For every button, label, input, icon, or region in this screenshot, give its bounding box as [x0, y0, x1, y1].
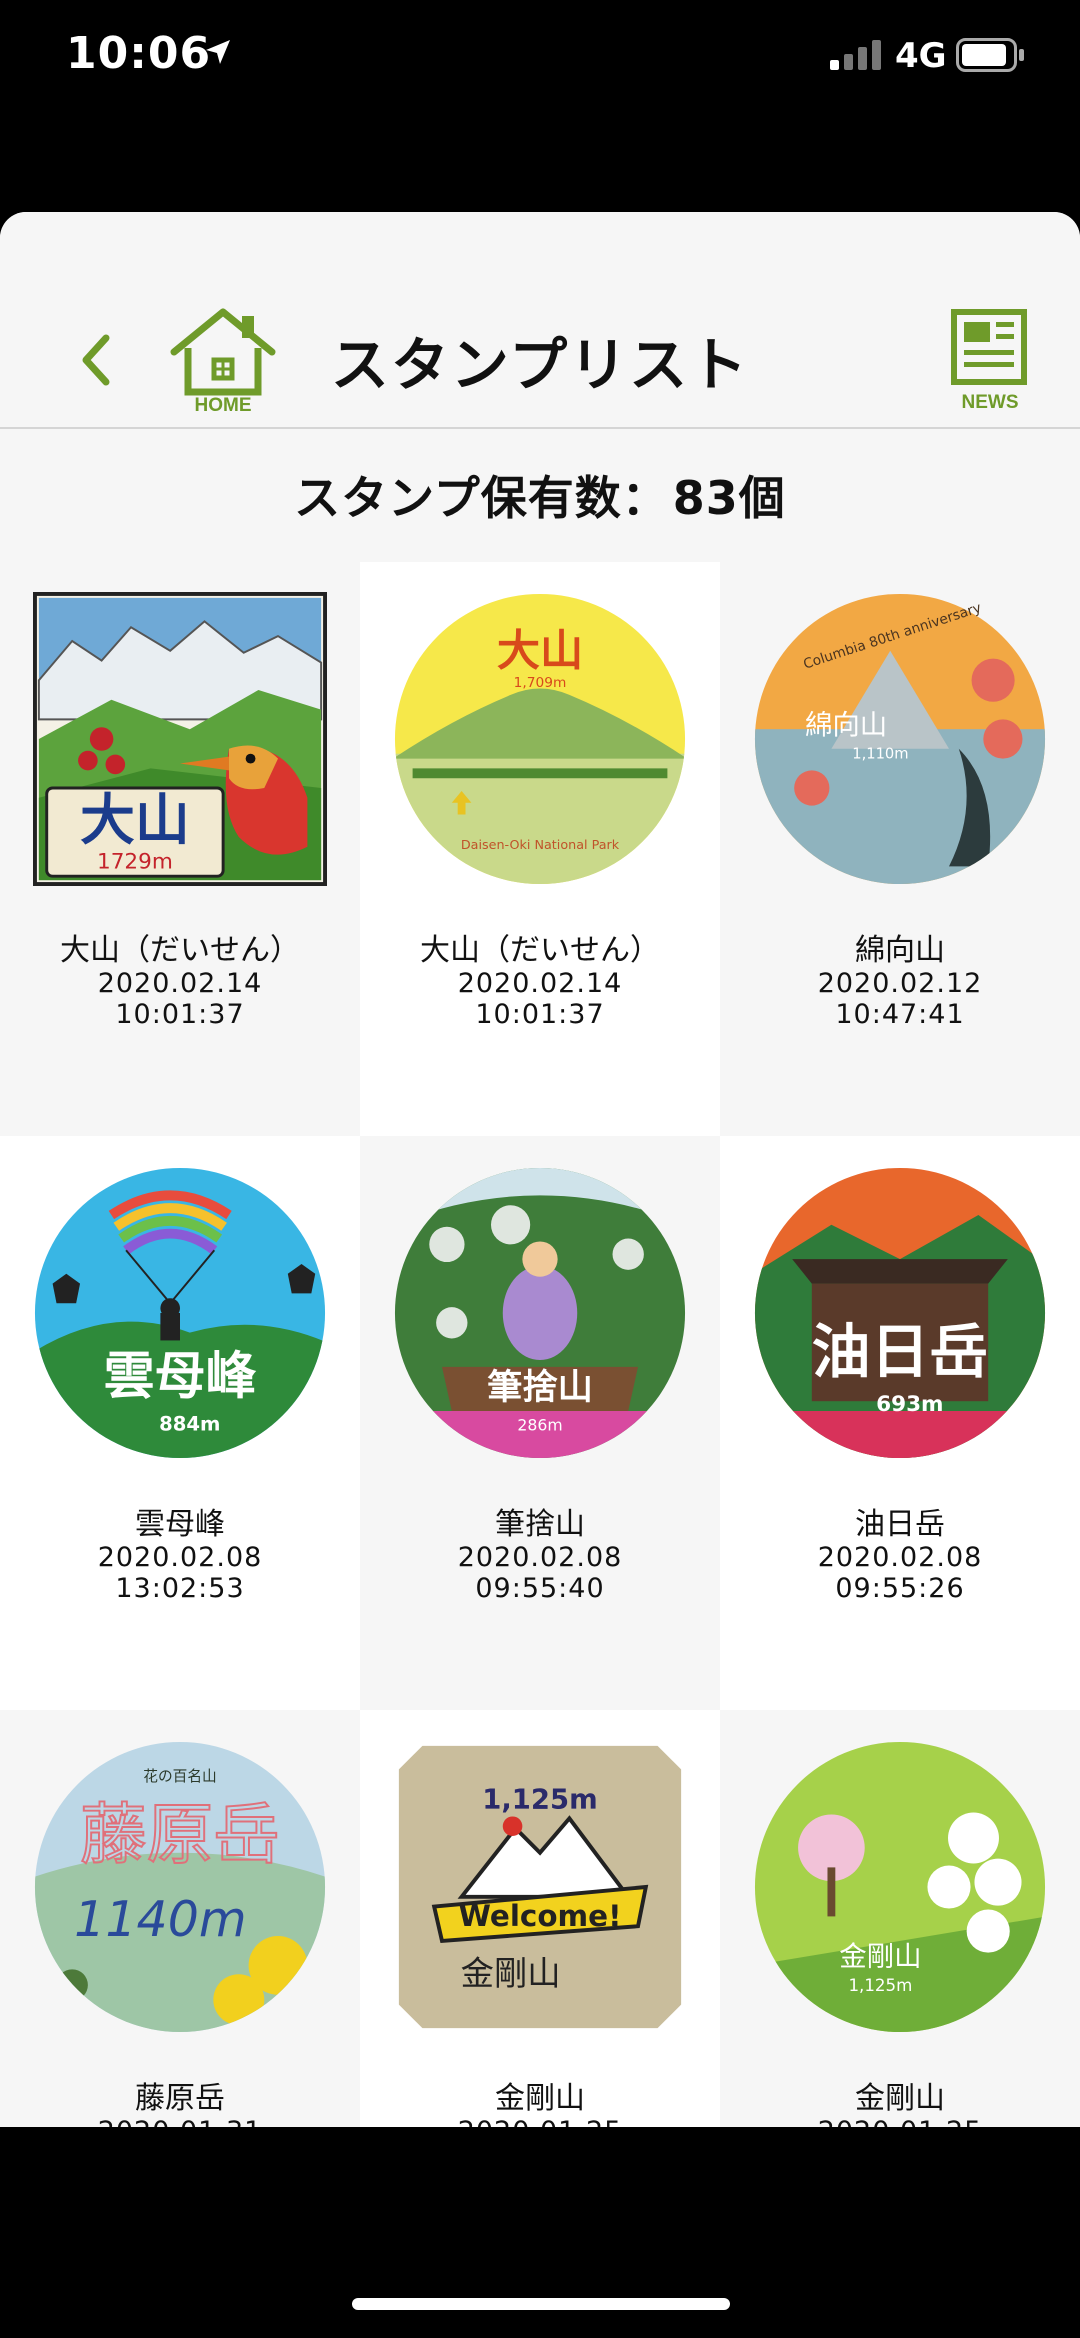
badge-elevation: 1,110m	[852, 746, 908, 763]
stamp-daisen-2-image: 大山 1,709m Daisen-Oki National Park	[394, 593, 686, 885]
badge-title: 金剛山	[839, 1941, 921, 1972]
stamp-kongo-2-image: 金剛山 1,125m	[754, 1741, 1046, 2033]
badge-elevation: 1729m	[97, 849, 173, 874]
cellular-signal-icon	[830, 40, 881, 70]
stamp-kongo-1-image: 1,125m Welcome! 金剛山	[398, 1745, 682, 2029]
badge-title: 筆捨山	[487, 1367, 593, 1408]
stamp-daisen-1-image: 大山 1729m	[33, 592, 327, 886]
badge-elevation: 1,125m	[848, 1976, 912, 1995]
badge-elevation: 1140m	[74, 1891, 246, 1948]
stamp-time: 10:01:37	[115, 999, 245, 1030]
stamp-aburahi-image: 油日岳 693m	[754, 1167, 1046, 1459]
stamp-name: 大山（だいせん）	[420, 933, 660, 968]
location-arrow-icon	[206, 40, 230, 64]
home-indicator[interactable]	[352, 2298, 730, 2310]
stamp-grid: 大山 1729m 大山（だいせん） 2020.02.14 10:01:37 大山…	[0, 562, 1080, 2127]
status-bar: 10:06 4G	[0, 0, 1080, 120]
stamp-time: 10:47:41	[835, 999, 965, 1030]
stamp-count-label: スタンプ保有数：	[294, 470, 669, 525]
badge-elevation: 1,709m	[514, 675, 567, 691]
stamp-name: 藤原岳	[135, 2081, 225, 2116]
stamp-date: 2020.02.14	[457, 968, 623, 999]
stamp-name: 金剛山	[495, 2081, 585, 2116]
stamp-card[interactable]: 油日岳 693m 油日岳 2020.02.08 09:55:26	[720, 1136, 1080, 1710]
stamp-card[interactable]: 大山 1,709m Daisen-Oki National Park 大山（だい…	[360, 562, 720, 1136]
stamp-card[interactable]: 雲母峰 884m 雲母峰 2020.02.08 13:02:53	[0, 1136, 360, 1710]
stamp-card[interactable]: 1,125m Welcome! 金剛山 金剛山 2020.01.25	[360, 1710, 720, 2127]
stamp-time: 09:55:40	[475, 1573, 605, 1604]
stamp-card[interactable]: 金剛山 1,125m 金剛山 2020.01.25	[720, 1710, 1080, 2127]
stamp-list-screen: HOME スタンプリスト NEWS スタンプ保有数： 83個 大山 1729m …	[0, 212, 1080, 2127]
stamp-count: スタンプ保有数： 83個	[0, 427, 1080, 562]
status-time: 10:06	[66, 28, 212, 79]
badge-caption: Welcome!	[459, 1899, 622, 1933]
battery-icon	[956, 38, 1024, 72]
badge-title: 油日岳	[812, 1317, 988, 1386]
stamp-date: 2020.01.25	[360, 2116, 720, 2127]
newspaper-icon: NEWS	[951, 309, 1027, 413]
news-label: NEWS	[962, 392, 1019, 412]
stamp-card[interactable]: 筆捨山 286m 筆捨山 2020.02.08 09:55:40	[360, 1136, 720, 1710]
stamp-card[interactable]: Columbia 80th anniversary 綿向山 1,110m 綿向山…	[720, 562, 1080, 1136]
badge-title: 大山	[497, 627, 583, 677]
stamp-date: 2020.02.14	[97, 968, 263, 999]
stamp-time: 13:02:53	[115, 1573, 245, 1604]
stamp-time: 09:55:26	[835, 1573, 965, 1604]
news-button[interactable]: NEWS	[950, 308, 1030, 413]
badge-elevation: 884m	[159, 1413, 220, 1436]
badge-elevation: 1,125m	[482, 1785, 597, 1816]
badge-elevation: 693m	[876, 1392, 943, 1417]
stamp-fujiwara-image: 花の百名山 藤原岳 1140m	[34, 1741, 326, 2033]
stamp-name: 綿向山	[855, 933, 945, 968]
stamp-date: 2020.01.31	[0, 2116, 360, 2127]
stamp-card[interactable]: 花の百名山 藤原岳 1140m 藤原岳 2020.01.31	[0, 1710, 360, 2127]
stamp-count-value: 83個	[672, 470, 786, 525]
stamp-date: 2020.02.08	[97, 1542, 263, 1573]
stamp-date: 2020.02.08	[817, 1542, 983, 1573]
stamp-date: 2020.01.25	[720, 2116, 1080, 2127]
stamp-name: 油日岳	[855, 1507, 945, 1542]
stamp-name: 大山（だいせん）	[60, 933, 300, 968]
stamp-time: 10:01:37	[475, 999, 605, 1030]
badge-elevation: 286m	[517, 1416, 562, 1435]
nav-bar: HOME スタンプリスト NEWS	[0, 212, 1080, 429]
badge-caption: 花の百名山	[143, 1768, 216, 1785]
stamp-date: 2020.02.12	[817, 968, 983, 999]
badge-title: 大山	[80, 788, 190, 852]
stamp-name: 筆捨山	[495, 1507, 585, 1542]
stamp-name: 雲母峰	[135, 1507, 225, 1542]
stamp-watamuki-image: Columbia 80th anniversary 綿向山 1,110m	[754, 593, 1046, 885]
stamp-kirara-image: 雲母峰 884m	[34, 1167, 326, 1459]
badge-caption: Daisen-Oki National Park	[461, 838, 620, 853]
stamp-date: 2020.02.08	[457, 1542, 623, 1573]
network-type: 4G	[895, 36, 947, 76]
stamp-fudesute-image: 筆捨山 286m	[394, 1167, 686, 1459]
badge-title: 金剛山	[461, 1954, 561, 1993]
page-title: スタンプリスト	[330, 331, 750, 399]
badge-title: 雲母峰	[104, 1346, 257, 1406]
badge-title: 藤原岳	[80, 1796, 280, 1874]
stamp-card[interactable]: 大山 1729m 大山（だいせん） 2020.02.14 10:01:37	[0, 562, 360, 1136]
badge-title: 綿向山	[805, 710, 887, 741]
stamp-name: 金剛山	[855, 2081, 945, 2116]
